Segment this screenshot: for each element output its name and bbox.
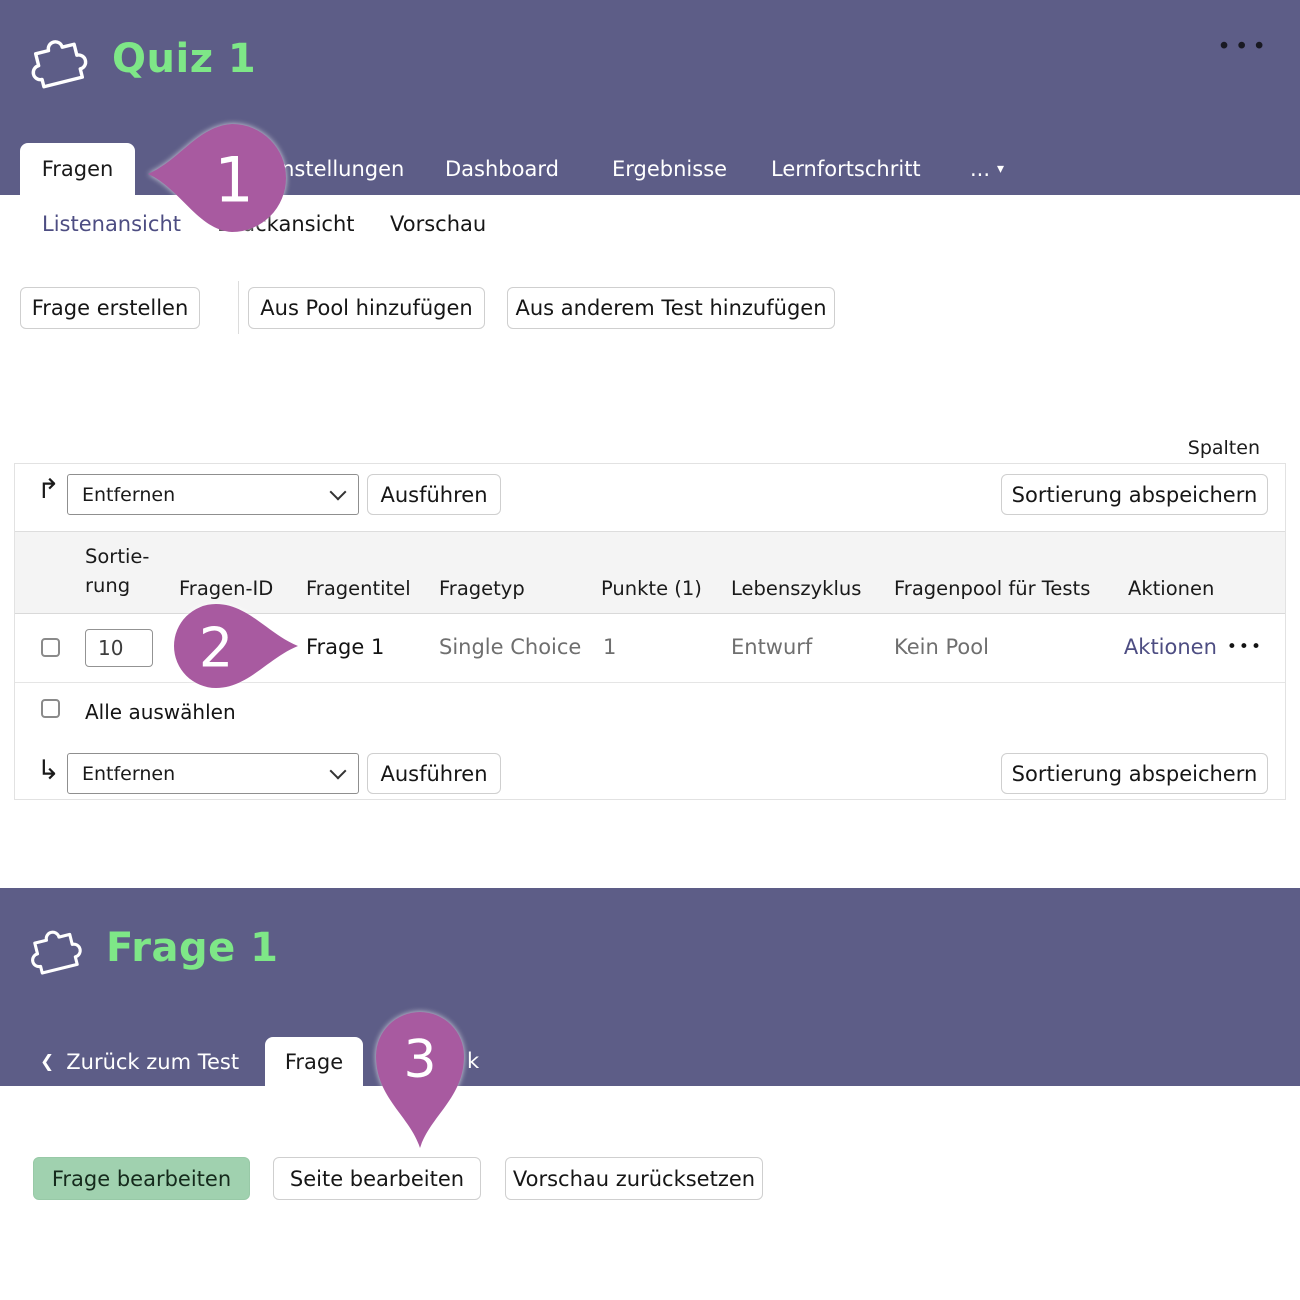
- aktionen-link[interactable]: Aktionen: [1124, 635, 1217, 659]
- apply-below-arrow-icon: ↳: [37, 757, 60, 784]
- vorschau-zuruecksetzen-button[interactable]: Vorschau zurücksetzen: [505, 1157, 763, 1200]
- bulk-action-value: Entfernen: [82, 484, 175, 506]
- tab-ergebnisse[interactable]: Ergebnisse: [612, 143, 727, 195]
- sortierung-abspeichern-button-bottom[interactable]: Sortierung abspeichern: [1001, 753, 1268, 794]
- tab-fragen-label: Fragen: [42, 157, 114, 181]
- quiz-header-banner: Quiz 1 ••• Fragen Einstellungen Dashboar…: [0, 0, 1300, 195]
- sortierung-abspeichern-button-top[interactable]: Sortierung abspeichern: [1001, 474, 1268, 515]
- page: Quiz 1 ••• Fragen Einstellungen Dashboar…: [0, 0, 1300, 1300]
- kebab-menu-icon[interactable]: •••: [1217, 34, 1270, 60]
- question-table: ↱ Entfernen Ausführen Sortierung abspeic…: [14, 463, 1286, 800]
- column-fragetyp[interactable]: Fragetyp: [439, 577, 525, 600]
- back-to-test-label: Zurück zum Test: [66, 1050, 239, 1074]
- spalten-link[interactable]: Spalten: [1188, 437, 1260, 459]
- cell-fragentitel[interactable]: Frage 1: [306, 635, 384, 659]
- aktionen-kebab-icon[interactable]: •••: [1227, 637, 1263, 657]
- aus-anderem-test-button[interactable]: Aus anderem Test hinzufügen: [507, 287, 835, 329]
- cell-fragetyp: Single Choice: [439, 635, 581, 659]
- back-to-test-link[interactable]: ❮ Zurück zum Test: [40, 1037, 239, 1086]
- bulk-action-select-bottom[interactable]: Entfernen: [67, 753, 359, 794]
- cell-punkte: 1: [603, 635, 616, 659]
- column-sortierung[interactable]: Sortie-rung: [85, 542, 157, 601]
- tab-dashboard[interactable]: Dashboard: [445, 143, 559, 195]
- apply-above-arrow-icon: ↱: [37, 476, 60, 503]
- chevron-down-icon: ▾: [997, 143, 1004, 195]
- frage-bearbeiten-button[interactable]: Frage bearbeiten: [33, 1157, 250, 1200]
- toolbar-divider: [238, 281, 239, 334]
- column-fragen-id[interactable]: Fragen-ID: [179, 577, 273, 600]
- tab-fragen[interactable]: Fragen: [20, 143, 135, 195]
- column-fragenpool[interactable]: Fragenpool für Tests: [894, 577, 1090, 600]
- page-title: Quiz 1: [112, 36, 256, 82]
- puzzle-icon: [26, 916, 86, 980]
- tab-more[interactable]: ... ▾: [970, 143, 1004, 195]
- partially-hidden-tab[interactable]: k: [467, 1037, 479, 1086]
- cell-aktionen: Aktionen •••: [1124, 635, 1263, 659]
- bulk-action-select-top[interactable]: Entfernen: [67, 474, 359, 515]
- puzzle-icon: [26, 24, 92, 94]
- tab-einstellungen[interactable]: Einstellungen: [262, 143, 404, 195]
- chevron-left-icon: ❮: [40, 1052, 54, 1072]
- subnav-listenansicht[interactable]: Listenansicht: [42, 212, 181, 236]
- frage-brand: Frage 1: [26, 916, 279, 980]
- tab-frage[interactable]: Frage: [265, 1037, 363, 1086]
- column-aktionen: Aktionen: [1128, 577, 1214, 600]
- seite-bearbeiten-button[interactable]: Seite bearbeiten: [273, 1157, 481, 1200]
- tab-more-label: ...: [970, 143, 990, 195]
- cell-fragenpool: Kein Pool: [894, 635, 989, 659]
- column-lebenszyklus[interactable]: Lebenszyklus: [731, 577, 861, 600]
- subnav-vorschau[interactable]: Vorschau: [390, 212, 486, 236]
- subnav-druckansicht[interactable]: Druckansicht: [217, 212, 355, 236]
- select-all-label: Alle auswählen: [85, 700, 236, 724]
- column-punkte[interactable]: Punkte (1): [601, 577, 702, 600]
- row-checkbox[interactable]: [41, 638, 60, 657]
- quiz-brand: Quiz 1: [26, 24, 256, 94]
- tab-frage-label: Frage: [285, 1050, 343, 1074]
- cell-lebenszyklus: Entwurf: [731, 635, 812, 659]
- table-row: Frage 1 Single Choice 1 Entwurf Kein Poo…: [15, 614, 1285, 683]
- sort-order-input[interactable]: [85, 629, 153, 667]
- select-all-row: Alle auswählen: [15, 683, 1285, 741]
- chevron-down-icon: [330, 763, 347, 780]
- bulk-action-value: Entfernen: [82, 763, 175, 785]
- select-all-checkbox[interactable]: [41, 699, 60, 718]
- ausfuehren-button-top[interactable]: Ausführen: [367, 474, 501, 515]
- table-header-row: Sortie-rung Fragen-ID Fragentitel Fraget…: [15, 531, 1285, 614]
- chevron-down-icon: [330, 484, 347, 501]
- page-title: Frage 1: [106, 925, 279, 971]
- frage-erstellen-button[interactable]: Frage erstellen: [20, 287, 200, 329]
- ausfuehren-button-bottom[interactable]: Ausführen: [367, 753, 501, 794]
- column-fragentitel[interactable]: Fragentitel: [306, 577, 411, 600]
- tab-lernfortschritt[interactable]: Lernfortschritt: [771, 143, 921, 195]
- aus-pool-hinzufuegen-button[interactable]: Aus Pool hinzufügen: [248, 287, 485, 329]
